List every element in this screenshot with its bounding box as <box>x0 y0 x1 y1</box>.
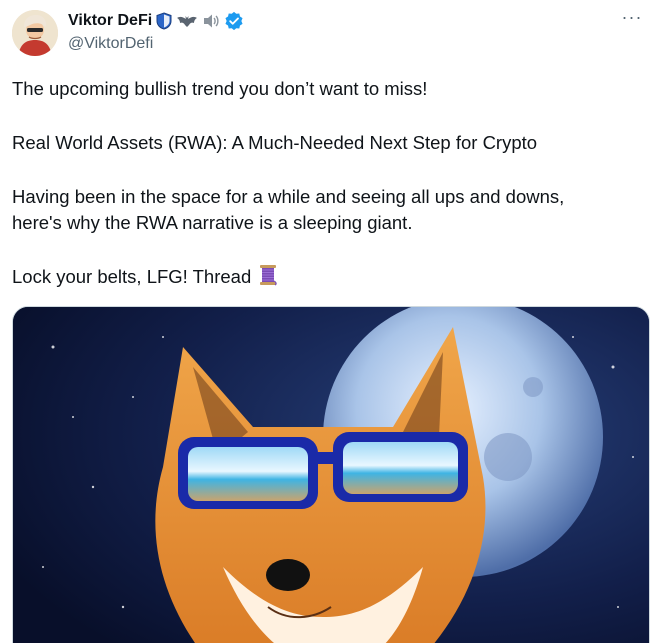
tweet-line: Real World Assets (RWA): A Much-Needed N… <box>12 132 538 153</box>
tweet-line: Having been in the space for a while and… <box>12 186 565 207</box>
verified-badge-icon[interactable] <box>224 11 244 31</box>
tweet-line: here's why the RWA narrative is a sleepi… <box>12 212 413 233</box>
user-handle[interactable]: @ViktorDefi <box>68 35 244 53</box>
tweet-line: The upcoming bullish trend you don’t wan… <box>12 78 428 99</box>
more-options-button[interactable]: ··· <box>620 8 644 28</box>
bat-icon <box>176 14 198 28</box>
speaker-icon <box>202 13 220 29</box>
tweet-line: Lock your belts, LFG! Thread <box>12 266 252 287</box>
tweet-text: The upcoming bullish trend you don’t wan… <box>12 76 642 293</box>
tweet-line-with-emoji: Lock your belts, LFG! Thread <box>12 264 642 293</box>
tweet-header: Viktor DeFi @ViktorDefi ··· <box>12 8 648 58</box>
shield-icon <box>156 12 172 30</box>
tweet-media-image[interactable] <box>12 306 650 643</box>
more-options-icon: ··· <box>621 7 643 27</box>
display-name[interactable]: Viktor DeFi <box>68 12 152 30</box>
avatar[interactable] <box>12 10 58 56</box>
spool-of-thread-icon <box>258 264 278 293</box>
